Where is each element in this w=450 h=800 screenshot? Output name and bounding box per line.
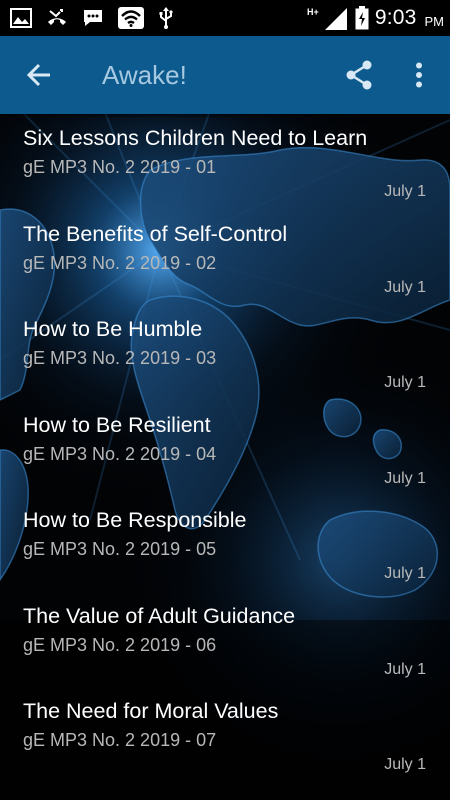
- wifi-icon: [118, 7, 144, 29]
- status-time: 9:03: [374, 6, 417, 29]
- article-list: Six Lessons Children Need to Learn gE MP…: [0, 114, 450, 800]
- list-item[interactable]: How to Be Responsible gE MP3 No. 2 2019 …: [0, 496, 450, 592]
- item-date: July 1: [384, 469, 426, 487]
- screen: H+ 9:03 PM Awake! Six Lessons Children N…: [0, 0, 450, 800]
- list-item[interactable]: How to Be Resilient gE MP3 No. 2 2019 - …: [0, 401, 450, 497]
- item-date: July 1: [384, 756, 426, 773]
- usb-icon: [159, 7, 173, 29]
- share-icon: [346, 60, 372, 90]
- list-item[interactable]: How to Be Humble gE MP3 No. 2 2019 - 03 …: [0, 305, 450, 401]
- share-button[interactable]: [338, 54, 380, 96]
- item-subtitle: gE MP3 No. 2 2019 - 02: [23, 252, 217, 273]
- item-date: July 1: [384, 183, 426, 200]
- back-arrow-icon: [26, 63, 50, 87]
- item-title: The Benefits of Self-Control: [23, 221, 288, 246]
- item-date: July 1: [384, 565, 426, 582]
- list-item[interactable]: The Benefits of Self-Control gE MP3 No. …: [0, 210, 450, 306]
- item-title: How to Be Responsible: [23, 508, 247, 532]
- item-subtitle: gE MP3 No. 2 2019 - 01: [23, 157, 217, 177]
- more-vert-icon: [416, 62, 422, 88]
- network-type-label: H+: [307, 7, 319, 17]
- app-bar: Awake!: [0, 36, 450, 114]
- status-bar: H+ 9:03 PM: [0, 0, 450, 36]
- item-subtitle: gE MP3 No. 2 2019 - 04: [23, 443, 217, 464]
- item-subtitle: gE MP3 No. 2 2019 - 05: [23, 539, 217, 559]
- image-icon: [10, 8, 32, 28]
- list-item[interactable]: Six Lessons Children Need to Learn gE MP…: [0, 114, 450, 210]
- item-title: How to Be Humble: [23, 317, 203, 341]
- item-subtitle: gE MP3 No. 2 2019 - 03: [23, 348, 217, 368]
- status-ampm: PM: [424, 13, 445, 29]
- item-date: July 1: [384, 278, 426, 296]
- item-title: The Value of Adult Guidance: [23, 603, 296, 628]
- item-title: Six Lessons Children Need to Learn: [23, 126, 368, 150]
- notification-icons: [10, 5, 174, 31]
- message-icon: [84, 10, 102, 26]
- system-icons: H+ 9:03 PM: [307, 4, 444, 32]
- list-item[interactable]: The Need for Moral Values gE MP3 No. 2 2…: [0, 687, 450, 783]
- item-subtitle: gE MP3 No. 2 2019 - 06: [23, 634, 217, 655]
- item-subtitle: gE MP3 No. 2 2019 - 07: [23, 730, 217, 750]
- missed-call-icon: [48, 9, 66, 25]
- item-date: July 1: [384, 660, 426, 678]
- signal-icon: H+: [307, 7, 347, 30]
- item-title: The Need for Moral Values: [23, 699, 279, 723]
- page-title: Awake!: [102, 60, 187, 90]
- item-date: July 1: [384, 374, 426, 391]
- more-options-button[interactable]: [398, 54, 440, 96]
- battery-charging-icon: [355, 6, 369, 30]
- back-button[interactable]: [18, 54, 60, 96]
- list-item[interactable]: The Value of Adult Guidance gE MP3 No. 2…: [0, 592, 450, 688]
- item-title: How to Be Resilient: [23, 412, 211, 437]
